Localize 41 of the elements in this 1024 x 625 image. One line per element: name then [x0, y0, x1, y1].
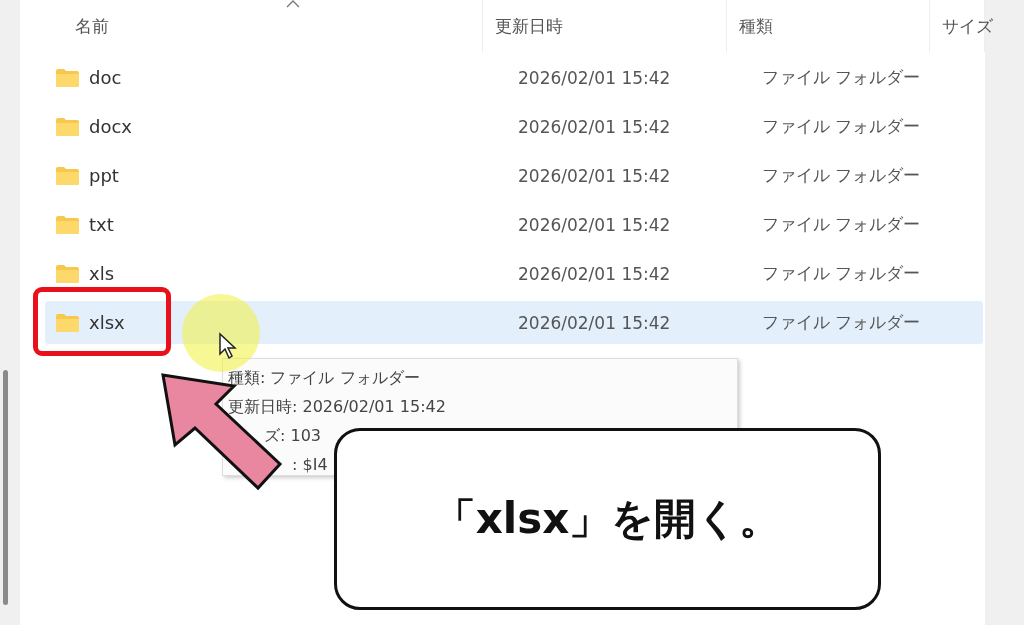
folder-icon [55, 214, 80, 235]
file-type: ファイル フォルダー [761, 164, 922, 187]
modified-date: 2026/02/01 15:42 [517, 214, 672, 235]
file-name: xlsx [89, 312, 125, 333]
tooltip-line: 種類: ファイル フォルダー [228, 367, 421, 389]
file-name: txt [89, 214, 114, 235]
tooltip-line: 更新日時: 2026/02/01 15:42 [228, 396, 447, 418]
file-row[interactable]: txt 2026/02/01 15:42 ファイル フォルダー [45, 203, 983, 246]
modified-date: 2026/02/01 15:42 [517, 67, 672, 88]
folder-icon [55, 312, 80, 333]
column-header[interactable]: 種類 [739, 14, 773, 38]
file-row[interactable]: ppt 2026/02/01 15:42 ファイル フォルダー [45, 154, 983, 197]
modified-date: 2026/02/01 15:42 [517, 165, 672, 186]
column-header[interactable]: 更新日時 [495, 14, 563, 38]
tooltip-line: : $I4 [291, 454, 329, 476]
file-row[interactable]: docx 2026/02/01 15:42 ファイル フォルダー [45, 105, 983, 148]
file-name: doc [89, 67, 122, 88]
file-name: docx [89, 116, 132, 137]
folder-icon [55, 116, 80, 137]
folder-icon [55, 67, 80, 88]
file-row[interactable]: xlsx 2026/02/01 15:42 ファイル フォルダー [45, 301, 983, 344]
file-name: ppt [89, 165, 119, 186]
file-row[interactable]: xls 2026/02/01 15:42 ファイル フォルダー [45, 252, 983, 295]
file-type: ファイル フォルダー [761, 115, 922, 138]
file-type: ファイル フォルダー [761, 311, 922, 334]
file-name: xls [89, 263, 115, 284]
modified-date: 2026/02/01 15:42 [517, 116, 672, 137]
sort-caret-icon [286, 0, 300, 8]
callout-text: 「xlsx」を開く。 [433, 493, 782, 545]
file-row[interactable]: doc 2026/02/01 15:42 ファイル フォルダー [45, 56, 983, 99]
column-header[interactable]: サイズ [942, 14, 993, 38]
folder-icon [55, 263, 80, 284]
file-type: ファイル フォルダー [761, 213, 922, 236]
file-type: ファイル フォルダー [761, 66, 922, 89]
tooltip-line: ズ: 103 [263, 425, 322, 447]
folder-icon [55, 165, 80, 186]
modified-date: 2026/02/01 15:42 [517, 312, 672, 333]
scrollbar-thumb[interactable] [3, 370, 8, 605]
file-type: ファイル フォルダー [761, 262, 922, 285]
modified-date: 2026/02/01 15:42 [517, 263, 672, 284]
column-header[interactable]: 名前 [75, 14, 109, 38]
